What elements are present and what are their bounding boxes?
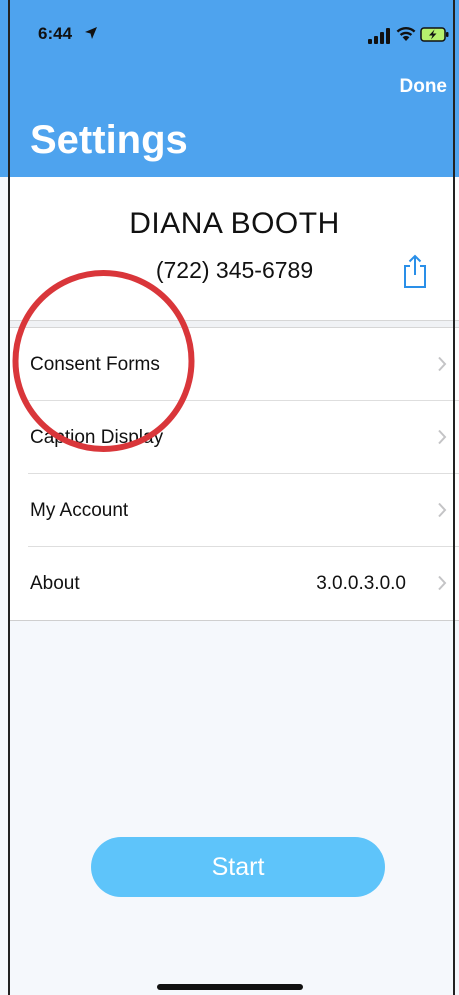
menu-item-consent-forms[interactable]: Consent Forms xyxy=(10,328,459,401)
profile-name: DIANA BOOTH xyxy=(129,207,340,240)
home-indicator xyxy=(157,984,303,990)
header: 6:44 Done Settings xyxy=(0,0,459,177)
share-icon xyxy=(404,254,426,288)
chevron-right-icon xyxy=(438,575,447,591)
location-arrow-icon xyxy=(85,27,97,39)
signal-icon xyxy=(368,28,390,44)
menu-item-my-account[interactable]: My Account xyxy=(10,474,459,547)
battery-charging-icon xyxy=(420,27,449,42)
menu-item-label: About xyxy=(30,573,80,594)
status-time: 6:44 xyxy=(38,24,73,43)
menu-item-label: Consent Forms xyxy=(30,354,160,375)
profile-phone: (722) 345-6789 xyxy=(155,257,314,283)
menu-item-about[interactable]: About 3.0.0.3.0.0 xyxy=(10,547,459,620)
wifi-icon xyxy=(396,27,416,41)
menu-item-label: My Account xyxy=(30,500,129,521)
chevron-right-icon xyxy=(438,502,447,518)
done-button[interactable]: Done xyxy=(400,76,448,98)
chevron-right-icon xyxy=(438,356,447,372)
settings-menu: Consent Forms Caption Display My Account… xyxy=(10,327,459,621)
menu-item-caption-display[interactable]: Caption Display xyxy=(10,401,459,474)
menu-item-label: Caption Display xyxy=(30,427,164,448)
chevron-right-icon xyxy=(438,429,447,445)
start-button[interactable]: Start xyxy=(91,837,385,897)
device-frame-left xyxy=(8,0,10,995)
profile-card: DIANA BOOTH (722) 345-6789 xyxy=(10,177,459,320)
app-version: 3.0.0.3.0.0 xyxy=(316,573,406,594)
page-title: Settings xyxy=(30,118,188,162)
settings-screen: 6:44 Done Settings DIANA BOOTH (722) 345… xyxy=(0,0,459,995)
device-frame-right xyxy=(453,0,455,995)
share-button[interactable] xyxy=(400,253,430,289)
